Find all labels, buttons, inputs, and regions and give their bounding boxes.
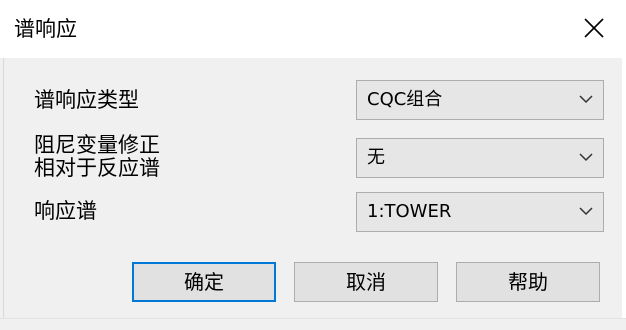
close-icon	[584, 18, 604, 38]
response-spectrum-value: 1:TOWER	[367, 201, 452, 222]
response-spectrum-label: 响应谱	[34, 199, 97, 223]
spectrum-type-value: CQC组合	[367, 89, 443, 110]
spectrum-response-dialog: 谱响应 谱响应类型 CQC组合 阻尼变量修正 相对于反应谱 无 响应谱 1:TO…	[0, 0, 626, 330]
chevron-down-icon	[579, 95, 593, 104]
cancel-button[interactable]: 取消	[294, 262, 438, 302]
damping-correction-label-line2: 相对于反应谱	[34, 156, 160, 180]
response-spectrum-select[interactable]: 1:TOWER	[356, 192, 604, 232]
damping-correction-label: 阻尼变量修正	[34, 133, 160, 157]
damping-correction-select[interactable]: 无	[356, 138, 604, 178]
damping-correction-value: 无	[367, 147, 385, 168]
help-button[interactable]: 帮助	[456, 262, 600, 302]
window-title: 谱响应	[14, 17, 77, 41]
spectrum-type-select[interactable]: CQC组合	[356, 80, 604, 120]
background-edge	[0, 318, 626, 330]
chevron-down-icon	[579, 153, 593, 162]
spectrum-type-label: 谱响应类型	[34, 88, 139, 112]
close-button[interactable]	[570, 8, 618, 48]
title-bar[interactable]: 谱响应	[0, 0, 626, 58]
ok-button[interactable]: 确定	[132, 262, 276, 302]
chevron-down-icon	[579, 207, 593, 216]
